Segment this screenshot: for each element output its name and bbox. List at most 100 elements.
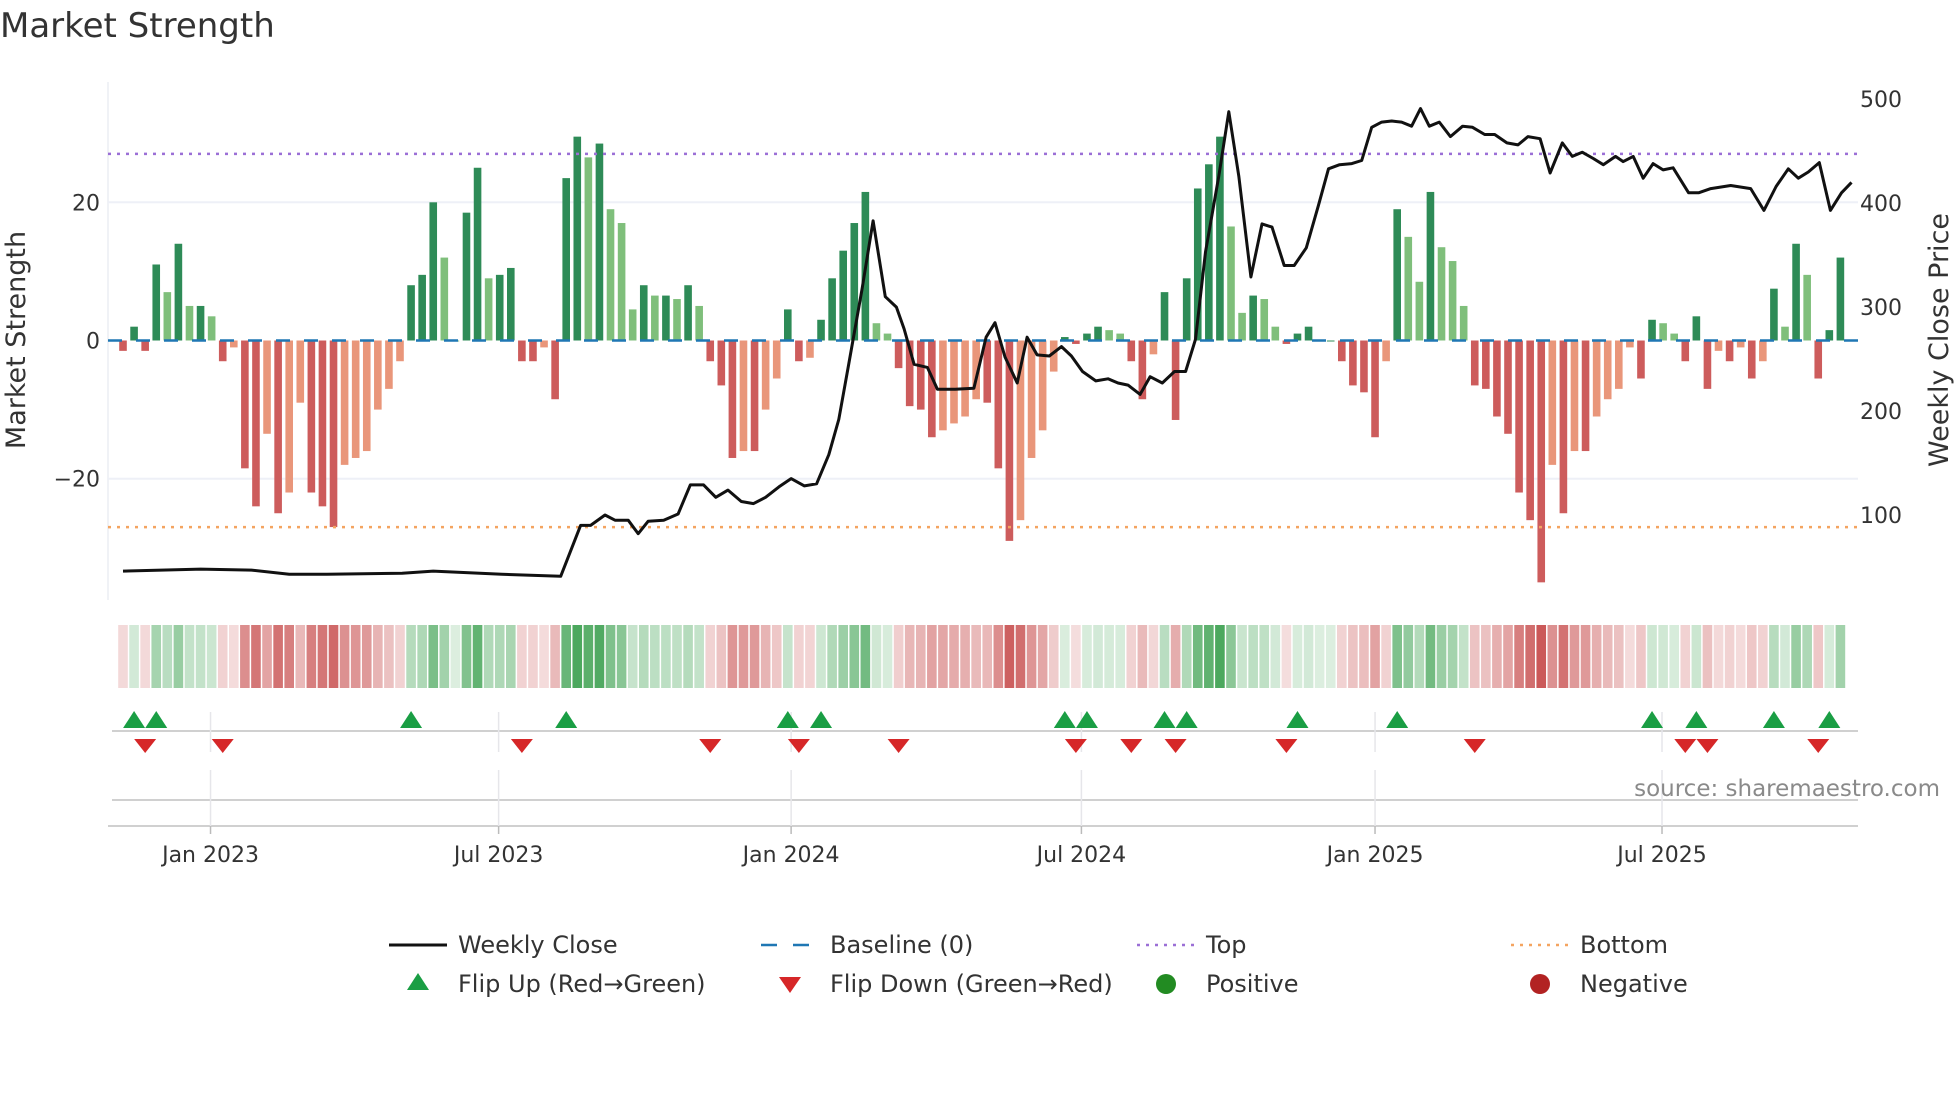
flip-up-marker (1175, 711, 1198, 728)
strength-strip-cell (1514, 625, 1524, 688)
x-tick-label: Jul 2025 (1615, 843, 1707, 868)
strength-bar (518, 340, 526, 362)
strength-bar (1703, 340, 1712, 389)
strength-strip-cell (738, 625, 749, 688)
strength-strip-cell (1536, 625, 1547, 688)
strength-bar (351, 340, 360, 458)
strength-bar (939, 340, 947, 431)
strength-strip-cell (184, 625, 195, 688)
strength-bar (1504, 340, 1512, 434)
strength-bar (1448, 261, 1457, 341)
flip-up-marker (555, 711, 578, 728)
strength-strip-cell (993, 625, 1004, 688)
strength-bar (185, 305, 194, 341)
strength-bar (894, 340, 903, 369)
strength-strip-cell (1048, 625, 1059, 688)
strength-strip-cell (1192, 625, 1203, 688)
strength-bar (595, 143, 604, 341)
strength-bar (473, 167, 482, 341)
flip-down-marker (1275, 739, 1298, 753)
strength-strip-cell (1148, 625, 1159, 688)
strength-strip-cell (395, 625, 405, 688)
strength-strip-cell (1458, 625, 1469, 688)
strength-strip-cell (572, 625, 583, 688)
strength-strip-cell (1492, 625, 1502, 688)
strength-bar (374, 340, 382, 410)
strength-strip-cell (1060, 625, 1070, 688)
triangle-up-icon (407, 973, 429, 990)
strength-bar (1581, 340, 1590, 452)
strength-strip-cell (893, 625, 904, 688)
strength-bar (1725, 340, 1734, 362)
strength-bar (429, 202, 438, 341)
flip-up-marker (1286, 711, 1309, 728)
x-tick-label: Jul 2024 (1035, 843, 1127, 868)
strength-strip-cell (1126, 625, 1137, 688)
y2-axis-label: Weekly Close Price (1924, 213, 1955, 467)
strength-strip-cell (1702, 625, 1713, 688)
strength-strip-cell (605, 625, 616, 688)
strength-bar (263, 340, 271, 434)
flip-down-marker (1064, 739, 1087, 753)
flip-down-marker (699, 739, 722, 753)
strength-strip-cell (616, 625, 627, 688)
strength-bar (1548, 340, 1557, 465)
flip-up-marker (1386, 711, 1409, 728)
triangle-down-icon (779, 977, 801, 993)
strength-strip-cell (273, 625, 283, 688)
strength-strip-cell (1813, 625, 1824, 688)
strength-strip-cell (240, 625, 250, 688)
strength-bar (507, 267, 515, 341)
strength-strip-cell (406, 625, 416, 688)
strength-strip-cell (350, 625, 361, 688)
strength-bar (1105, 330, 1113, 341)
strength-bar (119, 340, 127, 351)
strength-bar (1482, 340, 1490, 389)
flip-down-marker (1807, 739, 1830, 753)
legend-label: Baseline (0) (830, 931, 973, 959)
strength-strip-cell (1724, 625, 1735, 688)
strength-strip-cell (583, 625, 594, 688)
strength-bar (340, 340, 349, 465)
strength-bar (1648, 319, 1656, 341)
strength-strip-cell (971, 625, 981, 688)
strength-bar (728, 340, 737, 458)
strength-bar (1094, 326, 1102, 341)
strength-bar (1570, 340, 1579, 452)
strength-bar (717, 340, 726, 386)
strength-bar (462, 212, 471, 341)
strength-strip-cell (539, 625, 549, 688)
strength-strip-cell (638, 625, 649, 688)
strength-bar (1493, 340, 1501, 417)
strength-strip-cell (627, 625, 638, 688)
flip-down-marker (1463, 739, 1486, 753)
flip-down-marker (510, 739, 533, 753)
strength-strip-cell (1115, 625, 1125, 688)
strength-strip-cell (1525, 625, 1535, 688)
strength-strip-cell (1259, 625, 1270, 688)
strength-strip-cell (1758, 625, 1768, 688)
strength-bar (207, 316, 216, 341)
strength-strip-cell (1292, 625, 1303, 688)
strength-bar (1526, 340, 1534, 521)
y-tick-label: 0 (86, 330, 100, 355)
strength-strip-cell (339, 625, 350, 688)
flip-up-marker (1762, 711, 1785, 728)
strength-strip-cell (1547, 625, 1558, 688)
strength-bar (1249, 295, 1257, 341)
strength-bar (584, 157, 593, 341)
strength-strip-cell (1735, 625, 1746, 688)
strength-strip-cell (295, 625, 306, 688)
strength-strip-cell (904, 625, 915, 688)
strength-bar (296, 340, 305, 403)
strength-bar (1603, 340, 1612, 400)
strength-bar (1149, 340, 1158, 355)
strength-strip-cell (306, 625, 317, 688)
flip-down-marker (1120, 739, 1143, 753)
strength-strip-cell (794, 625, 804, 688)
strength-bar (806, 340, 814, 358)
strength-bar (1814, 340, 1823, 379)
strength-strip-cell (672, 625, 682, 688)
legend-label: Positive (1206, 970, 1299, 998)
strength-strip-cell (1093, 625, 1103, 688)
